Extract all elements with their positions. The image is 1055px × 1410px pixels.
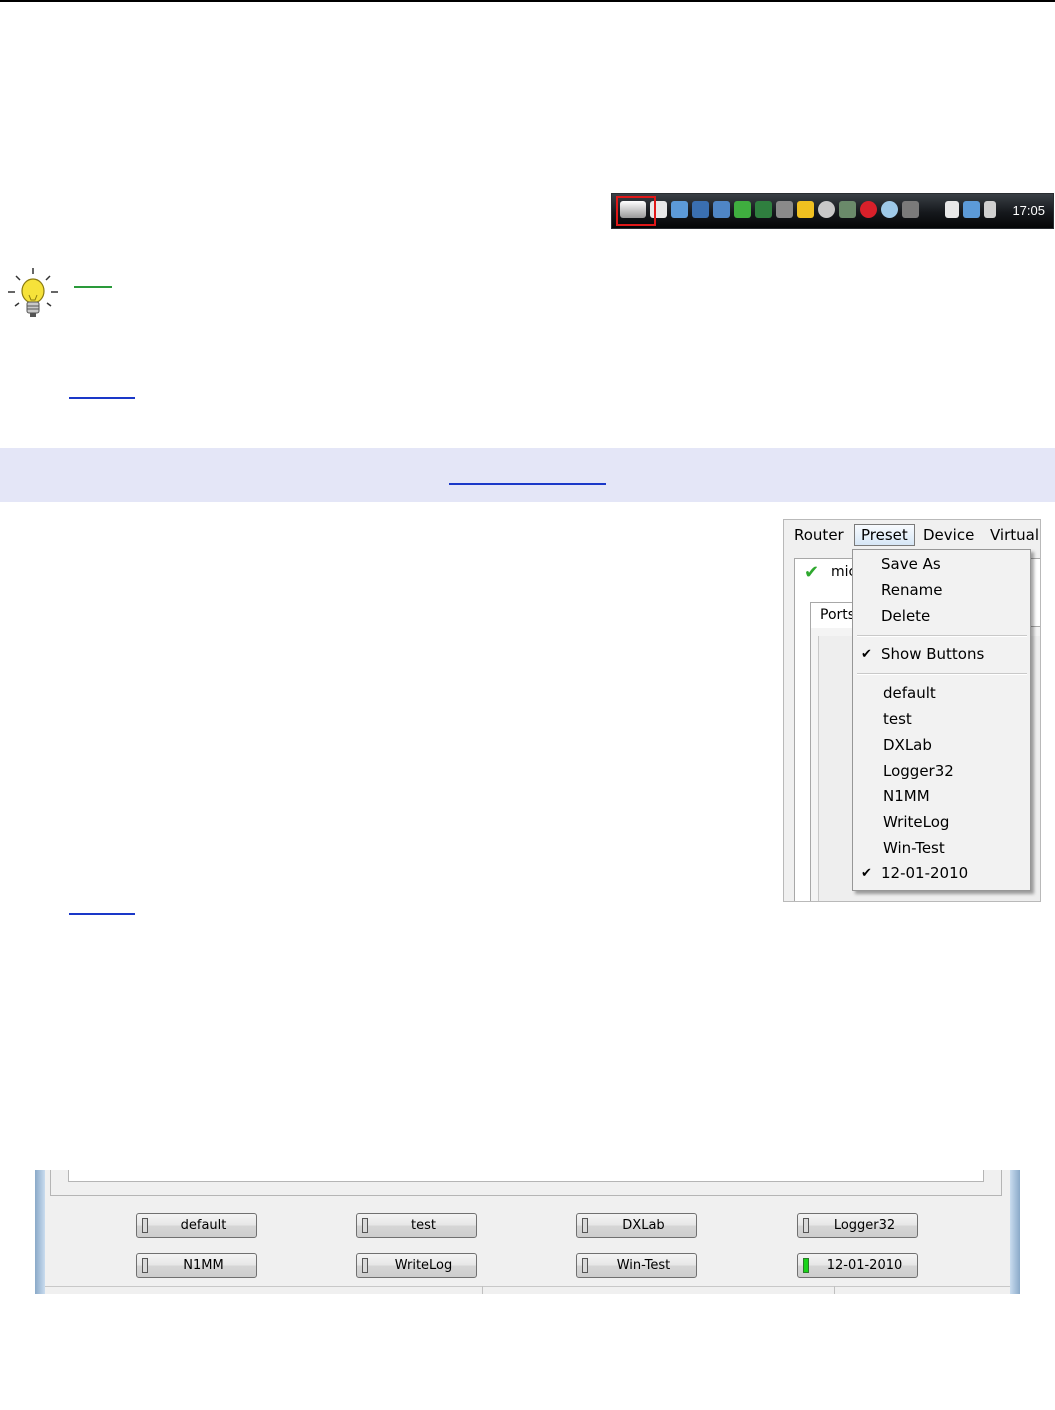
preset-led-indicator (582, 1218, 588, 1233)
taskbar-tray-screenshot: 17:05 (611, 193, 1054, 229)
inner-panel (68, 1170, 984, 1182)
preset-button[interactable]: test (356, 1213, 477, 1238)
checkmark-icon: ✔ (861, 866, 872, 881)
preset-led-indicator (803, 1258, 809, 1273)
preset-button[interactable]: N1MM (136, 1253, 257, 1278)
preset-button[interactable]: Logger32 (797, 1213, 918, 1238)
menu-item-delete[interactable]: Delete (881, 607, 930, 625)
menu-item-preset[interactable]: DXLab (883, 736, 932, 754)
pen-icon[interactable] (797, 201, 814, 218)
menu-device[interactable]: Device (923, 526, 974, 544)
section-band (0, 448, 1055, 502)
menu-item-rename[interactable]: Rename (881, 581, 943, 599)
preset-menu-screenshot: ✔ mic Ports Router Preset Device Virtual… (783, 519, 1041, 902)
tip-link[interactable] (74, 286, 112, 288)
preset-button-label: 12-01-2010 (826, 1258, 903, 1273)
tab-ports-label: Ports (820, 607, 856, 623)
menu-bar: Router Preset Device Virtual (784, 520, 1040, 552)
window-frame-right (1010, 1170, 1020, 1294)
tray-system-icons (945, 201, 996, 218)
menu-item-preset[interactable]: test (883, 710, 912, 728)
preset-led-indicator (362, 1218, 368, 1233)
preset-button-label: default (180, 1218, 227, 1233)
shield-icon[interactable] (734, 201, 751, 218)
status-separator (834, 1286, 835, 1294)
menu-item-show-buttons[interactable]: Show Buttons (881, 645, 984, 663)
top-link[interactable] (69, 397, 135, 399)
menu-item-preset[interactable]: Win-Test (883, 839, 945, 857)
preset-dropdown: Save As Rename Delete ✔ Show Buttons def… (852, 549, 1031, 891)
preset-buttons-screenshot: default test DXLab Logger32 N1MM WriteLo… (35, 1170, 1020, 1294)
menu-separator (857, 635, 1027, 637)
preset-led-indicator (362, 1258, 368, 1273)
window-frame-left (35, 1170, 45, 1294)
status-separator (482, 1286, 483, 1294)
preset-button-label: N1MM (183, 1258, 224, 1273)
checkmark-icon: ✔ (804, 562, 820, 583)
gear-icon[interactable] (881, 201, 898, 218)
menu-preset[interactable]: Preset (854, 524, 915, 546)
status-bar (45, 1286, 1010, 1294)
preset-button[interactable]: DXLab (576, 1213, 697, 1238)
preset-button-label: DXLab (622, 1218, 665, 1233)
menu-item-preset[interactable]: default (883, 684, 936, 702)
ram-icon[interactable] (902, 201, 919, 218)
tray-highlight-box (616, 196, 656, 226)
preset-button-label: test (411, 1218, 436, 1233)
bottom-link[interactable] (69, 913, 135, 915)
checkmark-icon: ✔ (861, 647, 872, 662)
menu-virtual[interactable]: Virtual (990, 526, 1039, 544)
menu-item-preset[interactable]: N1MM (883, 787, 930, 805)
folder-icon[interactable] (713, 201, 730, 218)
menu-separator (857, 673, 1027, 675)
sound-icon[interactable] (839, 201, 856, 218)
network-drive-icon[interactable] (755, 201, 772, 218)
monitor-icon[interactable] (692, 201, 709, 218)
preset-button[interactable]: default (136, 1213, 257, 1238)
preset-button[interactable]: Win-Test (576, 1253, 697, 1278)
preset-led-indicator (582, 1258, 588, 1273)
preset-button[interactable]: 12-01-2010 (797, 1253, 918, 1278)
tray-clock[interactable]: 17:05 (1012, 203, 1045, 218)
menu-router[interactable]: Router (794, 526, 844, 544)
header-rule (0, 0, 1055, 2)
menu-item-preset[interactable]: 12-01-2010 (881, 864, 968, 882)
network-status-icon[interactable] (963, 201, 980, 218)
tray-icons (620, 201, 919, 218)
power-icon[interactable] (945, 201, 959, 218)
menu-item-save-as[interactable]: Save As (881, 555, 941, 573)
menu-item-preset[interactable]: WriteLog (883, 813, 949, 831)
preset-led-indicator (142, 1258, 148, 1273)
wireless-icon[interactable] (776, 201, 793, 218)
network-icon[interactable] (671, 201, 688, 218)
menu-item-preset[interactable]: Logger32 (883, 762, 954, 780)
lightbulb-tip-icon (6, 266, 60, 322)
preset-led-indicator (803, 1218, 809, 1233)
preset-button[interactable]: WriteLog (356, 1253, 477, 1278)
opera-icon[interactable] (860, 201, 877, 218)
volume-icon[interactable] (984, 201, 996, 218)
preset-button-label: WriteLog (394, 1258, 453, 1273)
preset-button-label: Logger32 (833, 1218, 896, 1233)
section-link[interactable] (449, 483, 606, 485)
preset-led-indicator (142, 1218, 148, 1233)
disk-icon[interactable] (818, 201, 835, 218)
preset-button-label: Win-Test (616, 1258, 671, 1273)
